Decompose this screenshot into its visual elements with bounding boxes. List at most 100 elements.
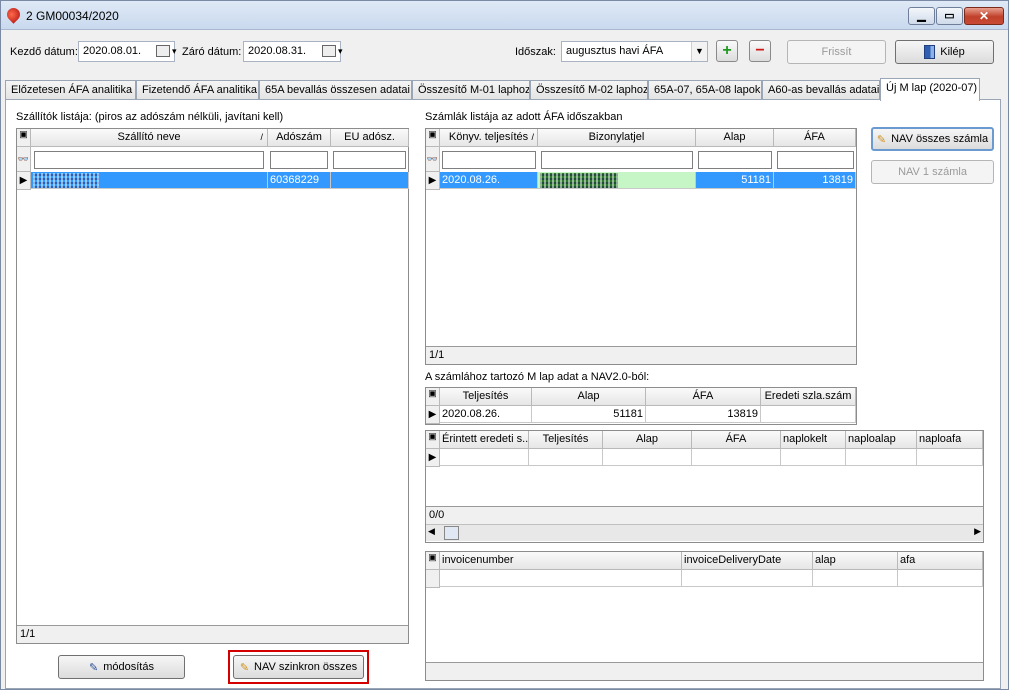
col-tax-id[interactable]: Adószám xyxy=(268,129,331,147)
close-button[interactable]: ✕ xyxy=(964,7,1004,25)
empty-cell[interactable] xyxy=(440,570,682,587)
mlap-orig-cell[interactable] xyxy=(761,406,856,423)
binoculars-icon: 👓 xyxy=(17,147,31,172)
row-pointer-icon: ▶ xyxy=(426,406,440,424)
nav-sync-all-button[interactable]: ✎ NAV szinkron összes xyxy=(233,655,364,679)
modify-button[interactable]: ✎ módosítás xyxy=(58,655,185,679)
plus-icon: + xyxy=(722,42,732,59)
maximize-button[interactable]: ▭ xyxy=(936,7,963,25)
start-date-value: 2020.08.01. xyxy=(83,45,142,57)
tab-new-m-sheet[interactable]: Új M lap (2020-07) xyxy=(880,78,980,101)
empty-cell[interactable] xyxy=(846,449,917,466)
filter-vat[interactable] xyxy=(777,151,854,169)
empty-cell[interactable] xyxy=(781,449,846,466)
col-base[interactable]: Alap xyxy=(603,431,692,449)
col-fulfilment[interactable]: Teljesítés xyxy=(529,431,603,449)
nav-all-invoices-button[interactable]: ✎ NAV összes számla xyxy=(871,127,994,151)
col-vat[interactable]: ÁFA xyxy=(692,431,781,449)
col-base[interactable]: Alap xyxy=(532,388,646,406)
tab-m01-summary[interactable]: Összesítő M-01 laphoz xyxy=(412,80,530,100)
filter-booking-date[interactable] xyxy=(442,151,536,169)
tab-a60-data[interactable]: A60-as bevallás adatai xyxy=(762,80,880,100)
add-period-button[interactable]: + xyxy=(716,40,738,62)
nav-one-invoice-button[interactable]: NAV 1 számla xyxy=(871,160,994,184)
empty-cell[interactable] xyxy=(813,570,898,587)
invoice-vat-cell[interactable]: 13819 xyxy=(774,172,856,189)
col-log-base[interactable]: naploalap xyxy=(846,431,917,449)
magic-wand-icon: ✎ xyxy=(876,133,887,146)
filter-tax-id[interactable] xyxy=(270,151,328,169)
empty-cell[interactable] xyxy=(917,449,983,466)
tab-input-vat[interactable]: Előzetesen ÁFA analitika xyxy=(5,80,136,100)
edit-icon: ✎ xyxy=(89,661,99,674)
col-eu-tax-id[interactable]: EU adósz. xyxy=(331,129,409,147)
horizontal-scrollbar[interactable]: ◀ ▶ xyxy=(426,524,983,541)
grid-menu-icon[interactable]: ▣ xyxy=(426,552,440,570)
filter-document-id[interactable] xyxy=(541,151,693,169)
mlap-date-cell[interactable]: 2020.08.26. xyxy=(440,406,532,423)
tab-m02-summary[interactable]: Összesítő M-02 laphoz xyxy=(530,80,648,100)
scroll-thumb[interactable] xyxy=(444,526,459,540)
scroll-right-icon[interactable]: ▶ xyxy=(974,526,981,537)
eu-tax-id-cell[interactable] xyxy=(331,172,409,189)
filter-base[interactable] xyxy=(698,151,772,169)
start-date-field[interactable]: 2020.08.01. xyxy=(78,41,177,62)
nav-all-invoices-label: NAV összes számla xyxy=(891,133,989,145)
table-row[interactable] xyxy=(31,172,268,189)
col-invoice-number[interactable]: invoicenumber xyxy=(440,552,682,570)
grid-menu-icon[interactable]: ▣ xyxy=(426,431,440,449)
empty-cell[interactable] xyxy=(692,449,781,466)
invoice-base-cell[interactable]: 51181 xyxy=(696,172,774,189)
calendar-dropdown-icon[interactable] xyxy=(156,45,177,57)
minimize-button[interactable]: ▁ xyxy=(908,7,935,25)
invoice-doc-cell[interactable] xyxy=(538,172,696,189)
col-base[interactable]: Alap xyxy=(696,129,774,147)
calendar-dropdown-icon[interactable] xyxy=(322,45,343,57)
grid-menu-icon[interactable]: ▣ xyxy=(17,129,31,147)
col-vat[interactable]: ÁFA xyxy=(774,129,856,147)
grid-menu-icon[interactable]: ▣ xyxy=(426,129,440,147)
row-pointer-icon: ▶ xyxy=(426,172,440,190)
empty-cell[interactable] xyxy=(603,449,692,466)
filter-eu-tax-id[interactable] xyxy=(333,151,406,169)
exit-button[interactable]: Kilép xyxy=(895,40,994,64)
col-booking-date[interactable]: Könyv. teljesítés / xyxy=(440,129,538,147)
grid-menu-icon[interactable]: ▣ xyxy=(426,388,440,406)
period-select[interactable]: augusztus havi ÁFA ▼ xyxy=(561,41,708,62)
col-document-id[interactable]: Bizonylatjel xyxy=(538,129,696,147)
filter-supplier-name[interactable] xyxy=(34,151,264,169)
tax-id-cell[interactable]: 60368229 xyxy=(268,172,331,189)
redacted-supplier-name xyxy=(33,172,99,188)
col-delivery-date[interactable]: invoiceDeliveryDate xyxy=(682,552,813,570)
col-vat[interactable]: afa xyxy=(898,552,983,570)
empty-cell[interactable] xyxy=(898,570,983,587)
end-date-field[interactable]: 2020.08.31. xyxy=(243,41,343,62)
door-exit-icon xyxy=(924,45,936,59)
col-affected-original[interactable]: Érintett eredeti s... xyxy=(440,431,529,449)
tab-payable-vat[interactable]: Fizetendő ÁFA analitika xyxy=(136,80,259,100)
end-date-label: Záró dátum: xyxy=(182,46,242,58)
col-base[interactable]: alap xyxy=(813,552,898,570)
col-log-vat[interactable]: naploafa xyxy=(917,431,983,449)
scroll-left-icon[interactable]: ◀ xyxy=(428,526,435,537)
col-original-invoice-no[interactable]: Eredeti szla.szám xyxy=(761,388,856,406)
suppliers-record-count: 1/1 xyxy=(17,625,408,643)
mlap-base-cell[interactable]: 51181 xyxy=(532,406,646,423)
invoice-date-cell[interactable]: 2020.08.26. xyxy=(440,172,538,189)
nav-one-invoice-label: NAV 1 számla xyxy=(898,166,967,178)
empty-cell[interactable] xyxy=(440,449,529,466)
invoices-caption: Számlák listája az adott ÁFA időszakban xyxy=(425,111,623,123)
refresh-button[interactable]: Frissít xyxy=(787,40,886,64)
affected-grid: ▣ Érintett eredeti s... Teljesítés Alap … xyxy=(425,430,984,543)
mlap-vat-cell[interactable]: 13819 xyxy=(646,406,761,423)
col-supplier-name[interactable]: Szállító neve / xyxy=(31,129,268,147)
tab-65a07-pages[interactable]: 65A-07, 65A-08 lapok xyxy=(648,80,762,100)
col-log-date[interactable]: naplokelt xyxy=(781,431,846,449)
chevron-down-icon: ▼ xyxy=(691,42,707,61)
col-fulfilment[interactable]: Teljesítés xyxy=(440,388,532,406)
col-vat[interactable]: ÁFA xyxy=(646,388,761,406)
empty-cell[interactable] xyxy=(529,449,603,466)
tab-65a-summary[interactable]: 65A bevallás összesen adatai xyxy=(259,80,412,100)
empty-cell[interactable] xyxy=(682,570,813,587)
remove-period-button[interactable]: − xyxy=(749,40,771,62)
